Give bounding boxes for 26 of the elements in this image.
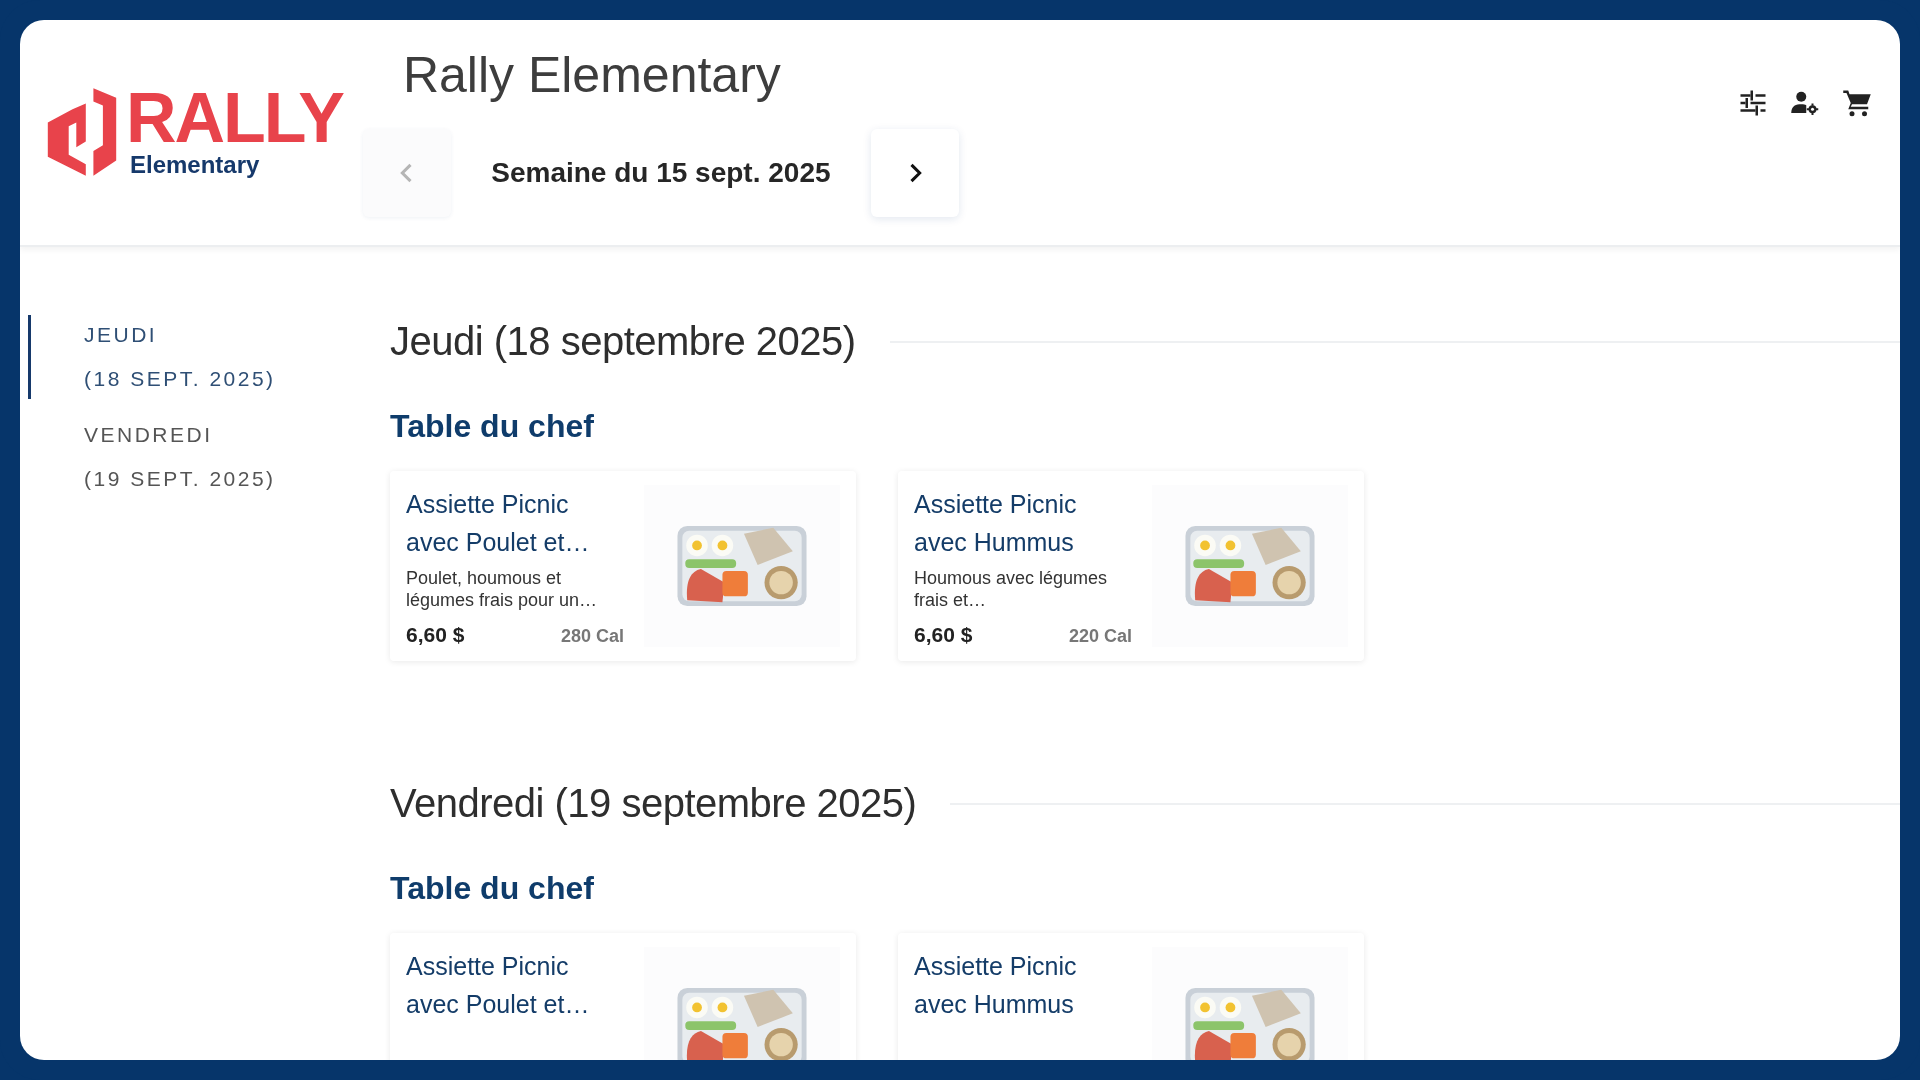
item-name: Assiette Picnic avec Poulet et… — [406, 951, 591, 1020]
item-price: 6,60 $ — [914, 623, 973, 647]
day-link[interactable]: JEUDI (18 SEPT. 2025) — [28, 315, 390, 399]
menu-item-card[interactable]: Assiette Picnic avec Hummus — [898, 933, 1364, 1060]
day-heading: Jeudi (18 septembre 2025) — [390, 319, 856, 364]
week-label: Semaine du 15 sept. 2025 — [490, 157, 832, 189]
section-heading: Table du chef — [390, 408, 595, 445]
logo-subtitle: Elementary — [130, 151, 261, 179]
item-description: Houmous avec légumes frais et… — [914, 567, 1109, 611]
item-calories: 280 Cal — [560, 626, 624, 647]
menu-item-card[interactable]: Assiette Picnic avec Poulet et… — [390, 933, 856, 1060]
filter-icon[interactable] — [1738, 88, 1768, 118]
item-name: Assiette Picnic avec Poulet et… — [406, 489, 591, 558]
page-title: Rally Elementary — [402, 48, 782, 103]
menu-item-card[interactable]: Assiette Picnic avec Poulet et… Poulet, houmous et légumes frais pour un… 6,60 $ 280 Cal — [390, 471, 856, 661]
item-name: Assiette Picnic avec Hummus — [914, 951, 1078, 1020]
section-heading: Table du chef — [390, 870, 595, 907]
menu-item-card[interactable]: Assiette Picnic avec Hummus Houmous avec légumes frais et… 6,60 $ 220 Cal — [898, 471, 1364, 661]
item-calories: 220 Cal — [1068, 626, 1132, 647]
item-price: 6,60 $ — [406, 623, 465, 647]
item-description: Poulet, houmous et légumes frais pour un… — [406, 567, 599, 611]
day-heading: Vendredi (19 septembre 2025) — [390, 781, 917, 826]
cart-icon[interactable] — [1842, 88, 1872, 118]
item-name: Assiette Picnic avec Hummus — [914, 489, 1078, 558]
day-link[interactable]: VENDREDI (19 SEPT. 2025) — [28, 415, 390, 499]
logo-wordmark: RALLY — [126, 85, 343, 151]
